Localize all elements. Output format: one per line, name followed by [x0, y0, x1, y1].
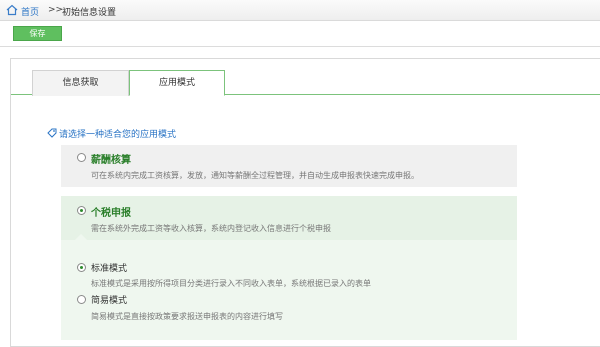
salary-title: 薪酬核算: [91, 155, 131, 166]
breadcrumb-separator: >>: [48, 5, 64, 15]
tab-strip: 信息获取 应用模式: [11, 59, 600, 96]
tag-icon: [47, 128, 57, 138]
submode-pointer: [75, 234, 87, 240]
option-salary[interactable]: 薪酬核算 可在系统内完成工资核算，发放，通知等薪酬全过程管理，并自动生成申报表快…: [61, 145, 517, 187]
standard-mode-title[interactable]: 标准模式: [91, 261, 127, 274]
simple-mode-radio[interactable]: [77, 295, 86, 304]
tax-radio[interactable]: [77, 206, 86, 215]
tab-application-mode[interactable]: 应用模式: [129, 70, 225, 96]
option-tax[interactable]: 个税申报 需在系统外完成工资等收入核算，系统内登记收入信息进行个税申报: [61, 196, 517, 240]
tax-title: 个税申报: [91, 208, 131, 219]
tax-description: 需在系统外完成工资等收入核算，系统内登记收入信息进行个税申报: [91, 224, 331, 233]
salary-description: 可在系统内完成工资核算，发放，通知等薪酬全过程管理，并自动生成申报表快速完成申报…: [91, 171, 419, 180]
prompt-text: 请选择一种适合您的应用模式: [59, 130, 177, 140]
breadcrumb: 首页 >> 初始信息设置: [0, 0, 600, 21]
standard-mode-radio[interactable]: [77, 263, 86, 272]
tab-info-acquisition[interactable]: 信息获取: [32, 70, 129, 96]
simple-mode-title[interactable]: 简易模式: [91, 293, 127, 306]
toolbar: 保存: [0, 21, 600, 47]
save-button[interactable]: 保存: [13, 26, 62, 41]
standard-mode-description: 标准模式是采用按所得项目分类进行录入不同收入表单，系统根据已录入的表单: [91, 279, 371, 288]
salary-radio[interactable]: [77, 153, 86, 162]
tax-submodes: 标准模式 标准模式是采用按所得项目分类进行录入不同收入表单，系统根据已录入的表单…: [61, 234, 517, 340]
breadcrumb-current: 初始信息设置: [62, 8, 117, 18]
breadcrumb-home-link[interactable]: 首页: [21, 5, 39, 18]
home-icon[interactable]: [6, 4, 18, 16]
simple-mode-description: 简易模式是直接按政策要求报送申报表的内容进行填写: [91, 312, 283, 321]
